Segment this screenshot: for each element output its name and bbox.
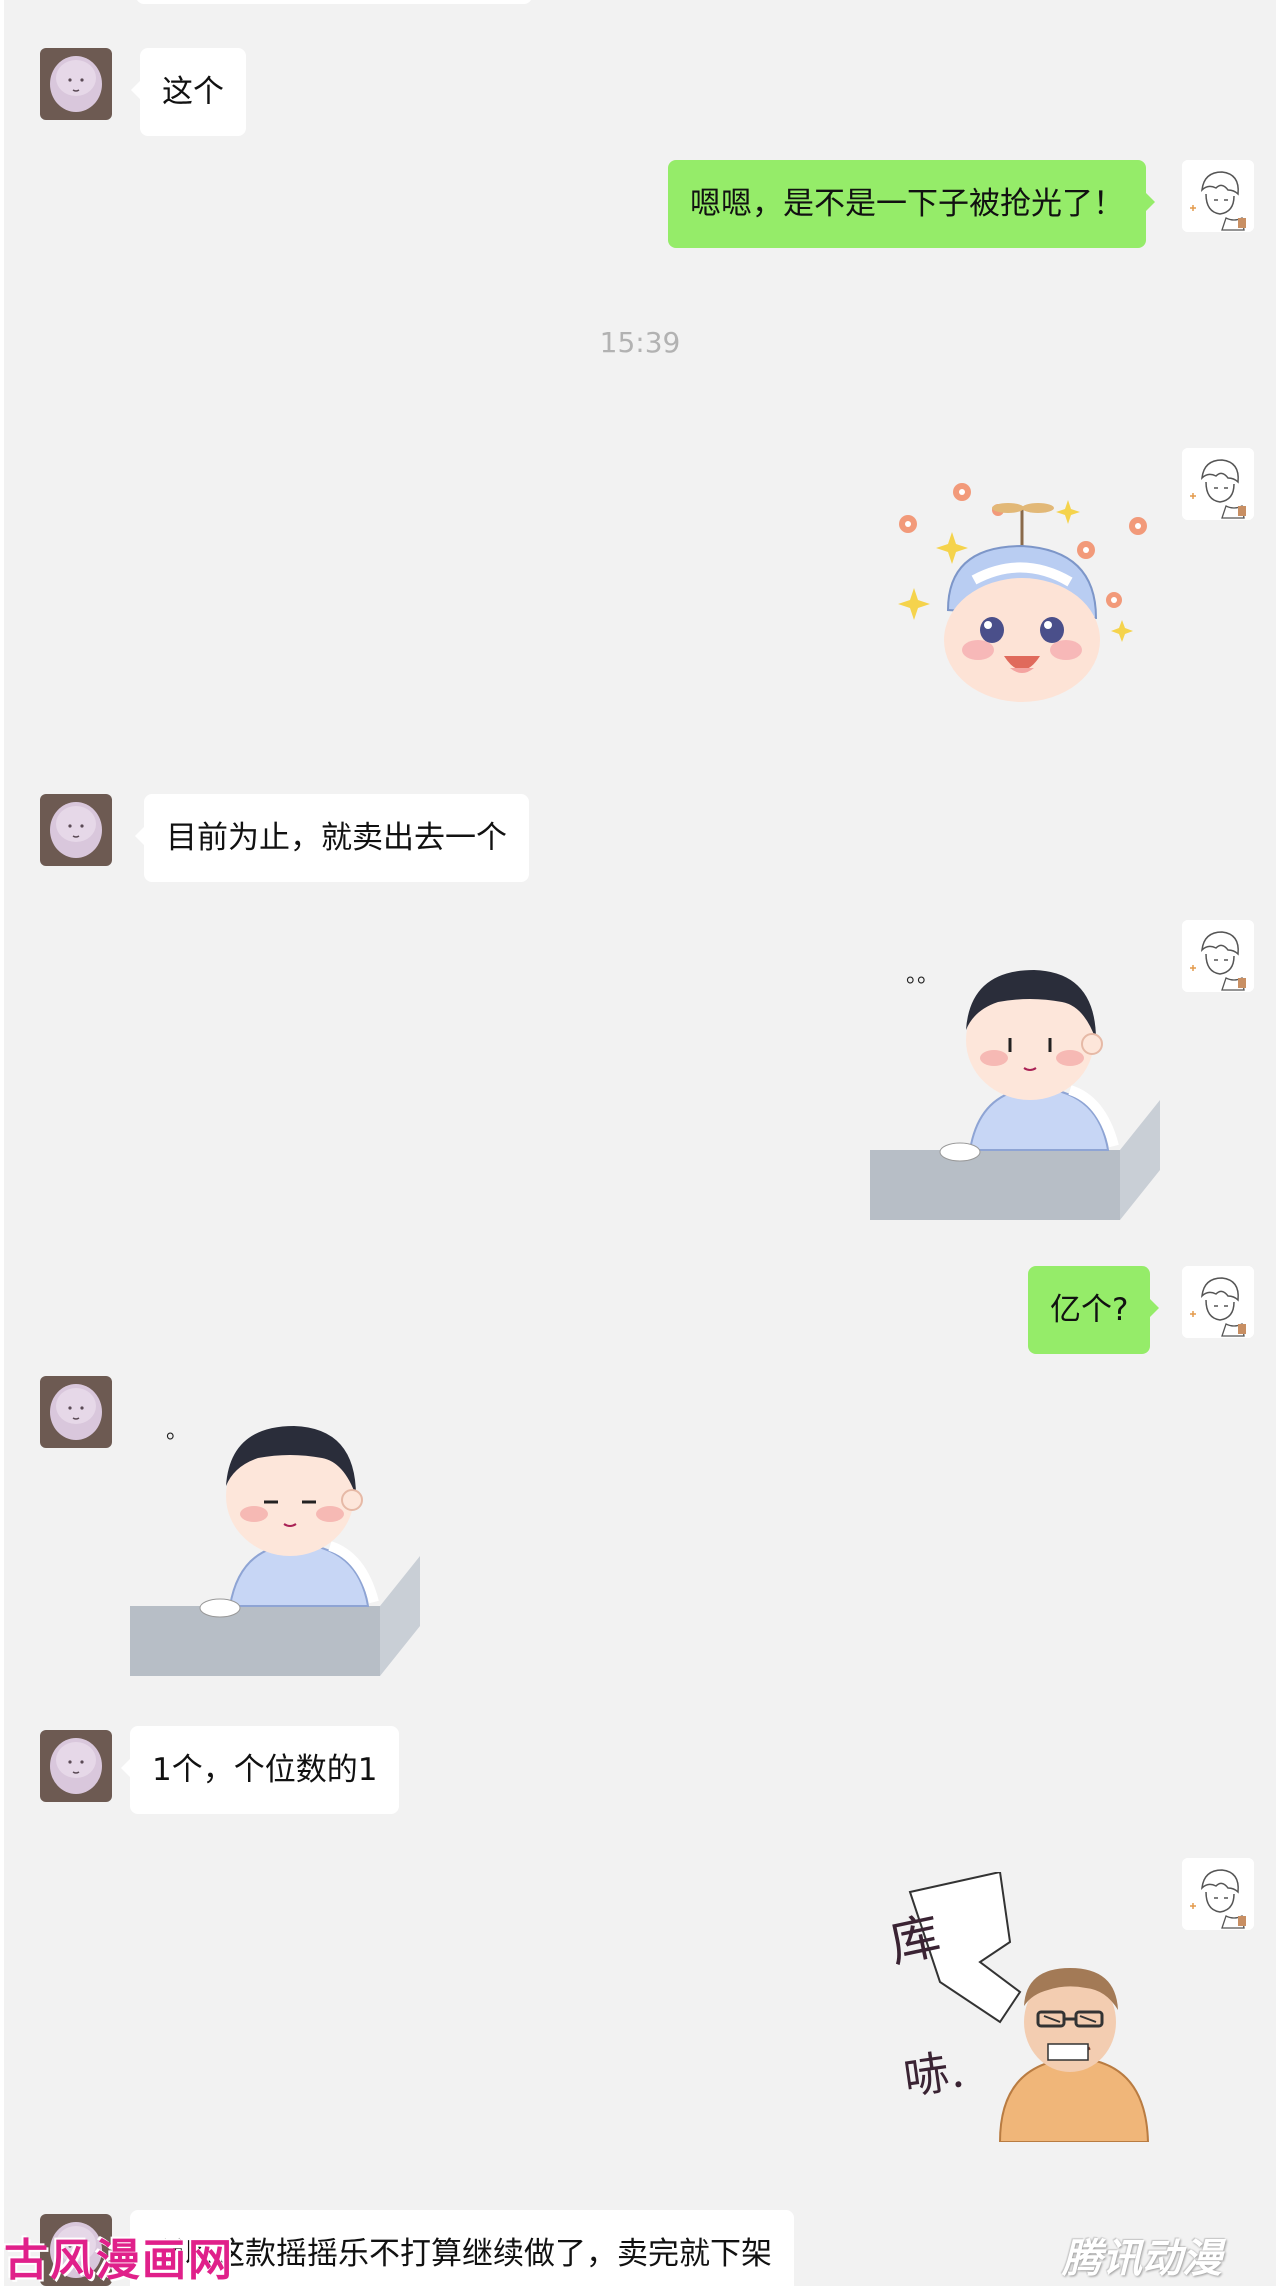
message-bubble-incoming[interactable]: 这个 xyxy=(131,48,246,136)
self-avatar[interactable] xyxy=(1182,448,1254,520)
boy-at-desk-sticker[interactable]: 。。 xyxy=(870,940,1170,1220)
self-avatar[interactable] xyxy=(1182,1858,1254,1930)
chat-area: 这个 嗯嗯，是不是一下子被抢光了！ 15:39 目前为止，就卖出去一个 。。 亿… xyxy=(4,0,1276,2286)
message-bubble-outgoing[interactable]: 亿个? xyxy=(1028,1266,1160,1354)
watermark-left: 古风漫画网 xyxy=(4,2235,234,2286)
sticker-caption: 。 xyxy=(166,1419,188,1444)
excited-boy-propeller-cap-sticker[interactable] xyxy=(882,470,1172,710)
self-avatar[interactable] xyxy=(1182,1266,1254,1338)
timestamp: 15:39 xyxy=(599,326,681,359)
message-bubble-cut-off[interactable] xyxy=(136,0,532,4)
self-avatar[interactable] xyxy=(1182,920,1254,992)
message-bubble-incoming[interactable]: 1个，个位数的1 xyxy=(120,1726,400,1814)
self-avatar[interactable] xyxy=(1182,160,1254,232)
man-with-glasses-sticker[interactable]: 库 哧. xyxy=(880,1872,1160,2142)
contact-avatar[interactable] xyxy=(40,48,112,120)
message-bubble-outgoing[interactable]: 嗯嗯，是不是一下子被抢光了！ xyxy=(668,160,1155,248)
watermark-right: 腾讯动漫 xyxy=(1062,2236,1222,2282)
contact-avatar[interactable] xyxy=(40,1376,112,1448)
contact-avatar[interactable] xyxy=(40,1730,112,1802)
sticker-caption-bottom: 哧. xyxy=(900,2043,968,2105)
sticker-caption: 。。 xyxy=(906,963,939,988)
message-bubble-incoming[interactable]: 目前为止，就卖出去一个 xyxy=(135,794,529,882)
contact-avatar[interactable] xyxy=(40,794,112,866)
boy-at-desk-sticker[interactable]: 。 xyxy=(130,1396,430,1676)
